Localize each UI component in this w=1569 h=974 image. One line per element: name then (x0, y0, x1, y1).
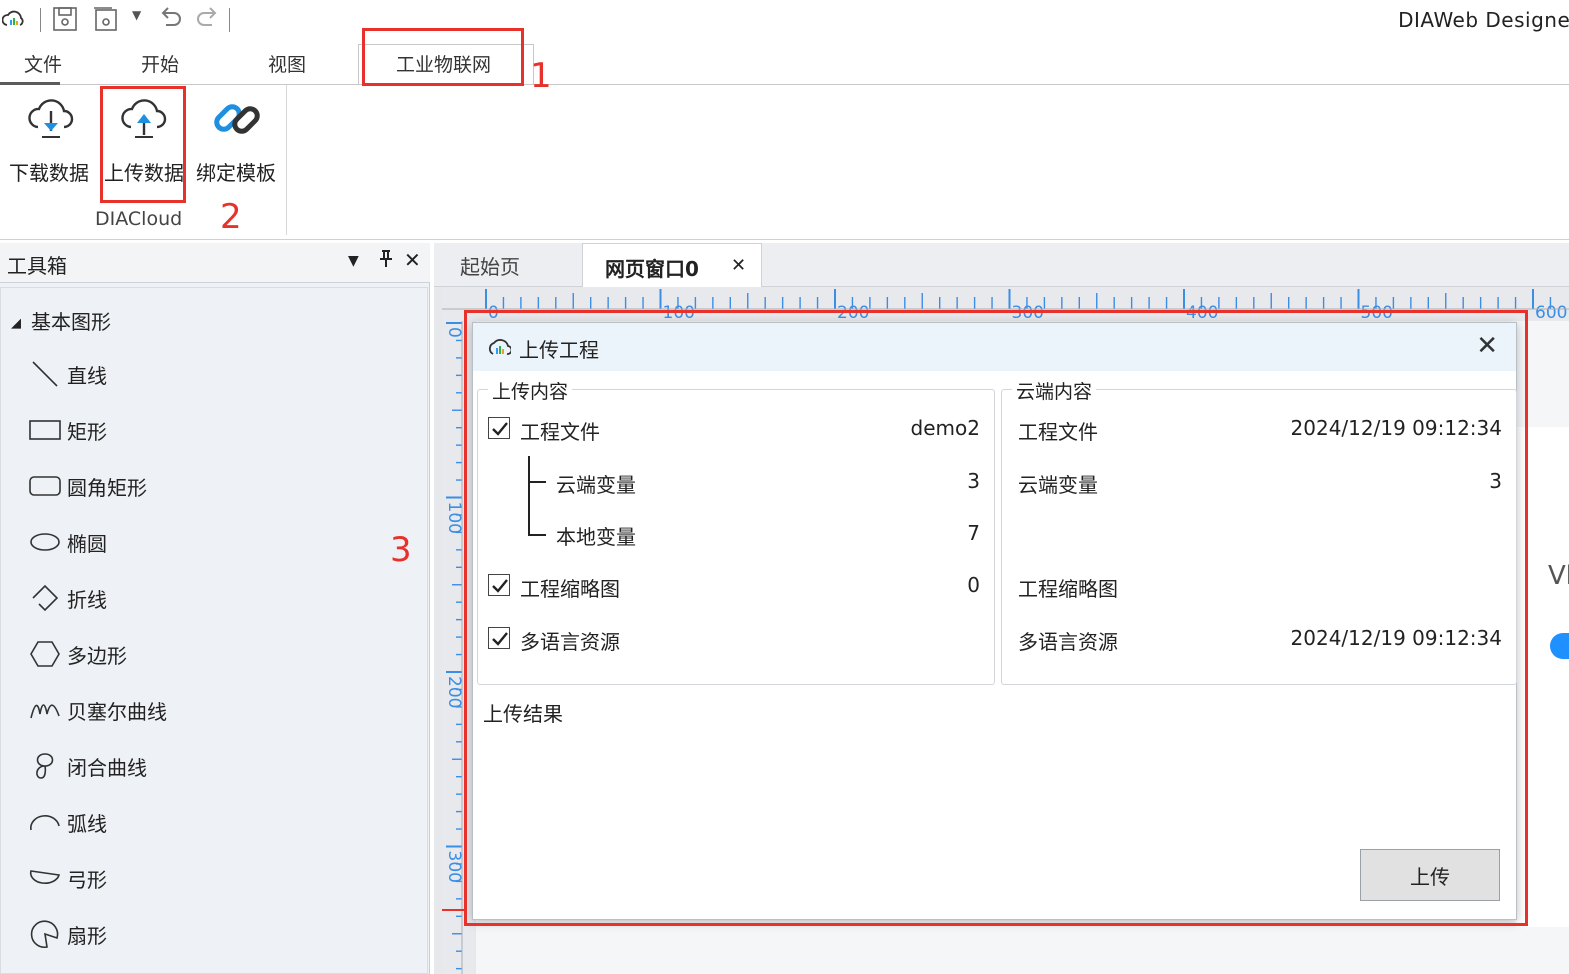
toolbox-item-label: 直线 (67, 363, 107, 388)
arc-icon (29, 807, 61, 837)
canvas-text-fragment: Vh (1548, 561, 1569, 591)
divider (40, 8, 41, 32)
close-tab-icon[interactable]: ✕ (731, 255, 746, 276)
segment-icon (29, 863, 61, 893)
toolbox-item-label: 圆角矩形 (67, 475, 147, 500)
ruler-label: 100 (444, 502, 464, 534)
dropdown-arrow-icon[interactable]: ▼ (132, 8, 141, 22)
ribbon-group-label: DIACloud (95, 208, 183, 230)
toolbox-item-polyline[interactable]: 折线 (29, 580, 107, 616)
app-logo-icon (1, 9, 24, 33)
toolbox-item-label: 折线 (67, 587, 107, 612)
canvas-toggle-fragment (1550, 633, 1569, 659)
toolbox-category-label: 基本图形 (31, 310, 111, 334)
bezier-icon (29, 695, 61, 725)
polygon-icon (29, 639, 61, 669)
ellipse-icon (29, 527, 61, 557)
chevron-down-icon[interactable]: ▼ (348, 253, 359, 269)
annotation-box-2 (100, 86, 186, 203)
toolbox-title: 工具箱 (7, 254, 67, 278)
toolbox-item-sector[interactable]: 扇形 (29, 916, 107, 952)
rectangle-icon (29, 415, 61, 445)
tab-start-page[interactable]: 起始页 (460, 243, 520, 287)
line-icon (29, 359, 61, 389)
bind-template-label: 绑定模板 (196, 161, 276, 185)
toolbox-panel: 工具箱 ▼ ✕ ◢ 基本图形 直线 矩形 圆角矩形 椭圆 折线 多边形 贝塞尔曲… (0, 243, 430, 974)
ruler-label: 300 (444, 851, 464, 883)
polyline-icon (29, 583, 61, 613)
undo-icon[interactable] (156, 4, 184, 37)
toolbox-list: ◢ 基本图形 直线 矩形 圆角矩形 椭圆 折线 多边形 贝塞尔曲线 闭合曲线 弧… (0, 287, 428, 974)
document-tabs: 起始页 网页窗口0 ✕ (434, 243, 1569, 288)
annotation-box-3 (464, 310, 1528, 926)
toolbox-category[interactable]: ◢ 基本图形 (11, 306, 111, 335)
ruler-label: 0 (444, 327, 464, 338)
toolbox-item-label: 矩形 (67, 419, 107, 444)
toolbox-item-closed-curve[interactable]: 闭合曲线 (29, 748, 147, 784)
divider (229, 8, 230, 32)
toolbox-item-bezier[interactable]: 贝塞尔曲线 (29, 692, 167, 728)
toolbox-item-arc[interactable]: 弧线 (29, 804, 107, 840)
annotation-number-2: 2 (220, 197, 242, 237)
annotation-box-1 (362, 28, 524, 86)
redo-icon[interactable] (194, 4, 222, 37)
toolbox-item-label: 弧线 (67, 811, 107, 836)
tab-view[interactable]: 视图 (268, 50, 306, 77)
app-title: DIAWeb Designer (1398, 8, 1569, 32)
link-icon (211, 93, 263, 149)
toolbox-item-line[interactable]: 直线 (29, 356, 107, 392)
bind-template-button[interactable]: 绑定模板 (191, 85, 281, 195)
download-data-button[interactable]: 下载数据 (4, 85, 94, 195)
ruler-label: 600 (1535, 303, 1567, 321)
toolbox-item-label: 闭合曲线 (67, 755, 147, 780)
cloud-download-icon (26, 95, 76, 145)
toolbox-item-ellipse[interactable]: 椭圆 (29, 524, 107, 560)
tab-home[interactable]: 开始 (141, 50, 179, 77)
toolbox-item-rectangle[interactable]: 矩形 (29, 412, 107, 448)
collapse-triangle-icon: ◢ (11, 316, 21, 331)
toolbox-item-rounded-rectangle[interactable]: 圆角矩形 (29, 468, 147, 504)
save-all-icon[interactable] (92, 6, 120, 37)
save-icon[interactable] (52, 6, 78, 37)
toolbox-header: 工具箱 ▼ ✕ (0, 243, 430, 283)
toolbox-item-label: 椭圆 (67, 531, 107, 556)
annotation-number-1: 1 (530, 56, 552, 96)
toolbox-item-label: 多边形 (67, 643, 127, 668)
quick-access-toolbar: ▼ DIAWeb Designer (0, 0, 1569, 40)
toolbox-item-label: 扇形 (67, 923, 107, 948)
ruler-label: 200 (444, 676, 464, 708)
sector-icon (29, 919, 61, 949)
download-data-label: 下载数据 (9, 161, 89, 185)
toolbox-item-segment[interactable]: 弓形 (29, 860, 107, 896)
tab-file[interactable]: 文件 (24, 50, 62, 77)
annotation-marker (442, 909, 464, 911)
close-icon[interactable]: ✕ (404, 248, 421, 272)
annotation-number-3: 3 (390, 530, 412, 570)
tab-web-window-active[interactable]: 网页窗口0 ✕ (582, 243, 762, 288)
closed-curve-icon (29, 751, 61, 781)
rounded-rectangle-icon (29, 471, 61, 501)
toolbox-item-label: 贝塞尔曲线 (67, 699, 167, 724)
pin-icon[interactable] (377, 249, 395, 274)
ribbon-separator (286, 85, 287, 235)
app-window: ▼ DIAWeb Designer 文件 开始 视图 工业物联网 下载数据 上传… (0, 0, 1569, 974)
tab-web-window-label: 网页窗口0 (605, 257, 699, 281)
toolbox-item-label: 弓形 (67, 867, 107, 892)
toolbox-item-polygon[interactable]: 多边形 (29, 636, 127, 672)
